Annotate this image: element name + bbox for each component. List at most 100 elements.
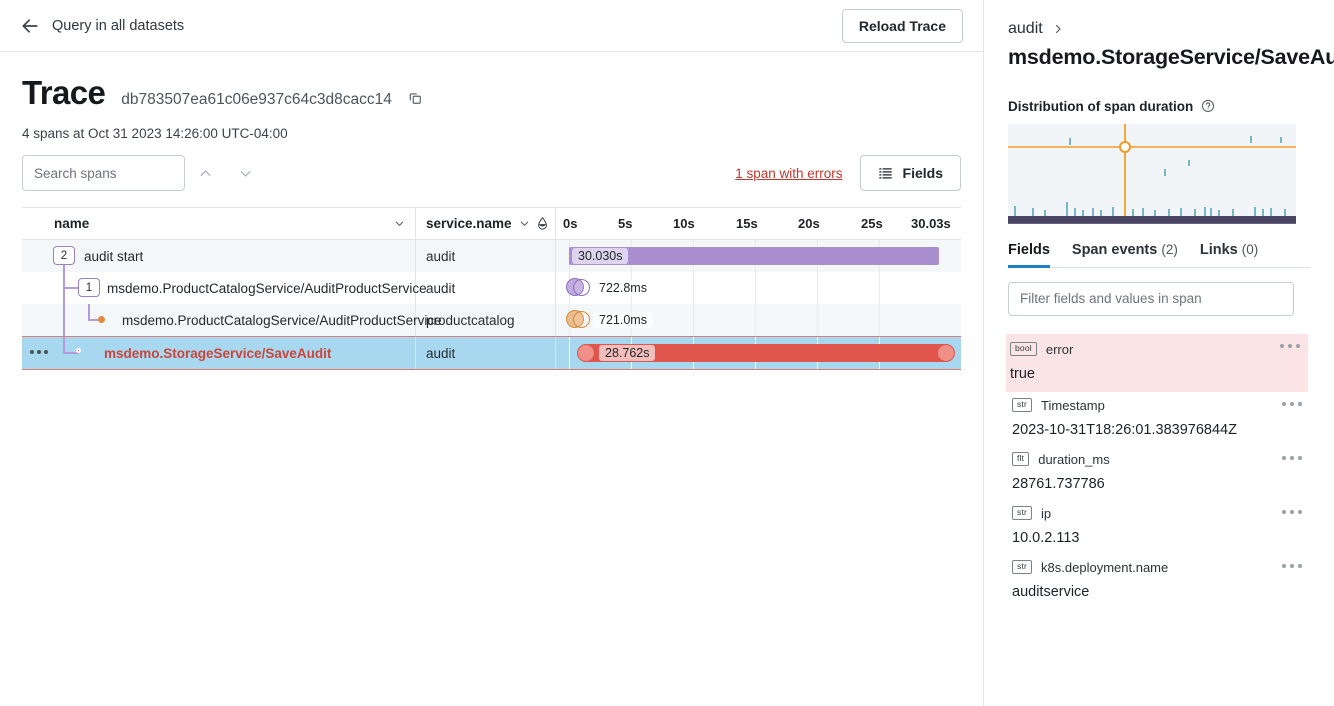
span-duration-label: 721.0ms: [593, 312, 653, 328]
field-key: str k8s.deployment.name: [1012, 560, 1310, 575]
distribution-label-row: Distribution of span duration: [1008, 99, 1310, 114]
breadcrumb: audit: [1008, 20, 1310, 38]
span-name-cell: msdemo.ProductCatalogService/AuditProduc…: [22, 304, 442, 336]
trace-pane: Query in all datasets Reload Trace Trace…: [0, 0, 984, 706]
fields-button[interactable]: Fields: [859, 155, 961, 191]
field-name: ip: [1041, 505, 1052, 521]
copy-icon[interactable]: [408, 91, 422, 105]
search-prev-button[interactable]: [185, 156, 225, 190]
spans-with-errors-link[interactable]: 1 span with errors: [735, 166, 842, 181]
axis-tick-6: 30.03s: [911, 216, 951, 231]
timeline-axis: 0s 5s 10s 15s 20s 25s 30.03s: [556, 208, 961, 239]
table-row[interactable]: 1 msdemo.ProductCatalogService/AuditProd…: [22, 272, 961, 304]
axis-tick-3: 15s: [736, 216, 758, 231]
span-name-label: msdemo.ProductCatalogService/AuditProduc…: [107, 280, 427, 296]
field-row[interactable]: flt duration_ms 28761.737786: [1008, 446, 1310, 500]
span-timeline-cell: 722.8ms: [556, 272, 961, 304]
back-to-query-link[interactable]: Query in all datasets: [20, 16, 184, 36]
axis-tick-4: 20s: [798, 216, 820, 231]
span-name-cell: 1 msdemo.ProductCatalogService/AuditProd…: [22, 272, 427, 304]
span-dot-marker: [98, 316, 105, 323]
search-next-button[interactable]: [225, 156, 265, 190]
span-name-label: audit start: [84, 248, 144, 264]
field-type-badge: str: [1012, 559, 1033, 575]
column-header-service: service.name: [416, 208, 556, 239]
table-row[interactable]: msdemo.ProductCatalogService/AuditProduc…: [22, 304, 961, 336]
field-actions-button[interactable]: [1282, 563, 1302, 568]
span-group-badge[interactable]: 1: [78, 278, 100, 297]
filter-fields-input[interactable]: [1008, 281, 1294, 316]
table-row[interactable]: msdemo.StorageService/SaveAudit audit 28…: [22, 336, 961, 370]
trace-title-row: Trace db783507ea61c06e937c64c3d8cacc14: [22, 74, 961, 112]
field-actions-button[interactable]: [1282, 509, 1302, 514]
field-actions-button[interactable]: [1282, 455, 1302, 460]
tab-links-count: (0): [1241, 241, 1259, 257]
fields-button-label: Fields: [902, 165, 943, 181]
chevron-right-icon: [1055, 24, 1061, 34]
axis-tick-1: 5s: [618, 216, 633, 231]
chevron-down-icon: [240, 170, 250, 177]
spans-table: name service.name 0s 5s 10s 15s 20s 25s …: [22, 207, 961, 370]
field-type-badge: bool: [1010, 341, 1037, 357]
reload-trace-button[interactable]: Reload Trace: [841, 8, 963, 43]
field-row[interactable]: str k8s.deployment.name auditservice: [1008, 554, 1310, 608]
field-key: bool error: [1010, 342, 1308, 357]
question-circle-icon[interactable]: [1201, 99, 1215, 113]
span-error-dot-marker: [76, 348, 81, 353]
row-actions-button[interactable]: [30, 350, 48, 354]
axis-tick-2: 10s: [673, 216, 695, 231]
droplet-icon[interactable]: [537, 217, 548, 230]
chevron-down-icon[interactable]: [394, 218, 405, 229]
column-header-service-label: service.name: [426, 216, 512, 231]
span-duration-bar: [566, 310, 592, 330]
field-type-badge: flt: [1012, 451, 1030, 467]
top-bar: Query in all datasets Reload Trace: [0, 0, 983, 52]
field-actions-button[interactable]: [1280, 343, 1300, 348]
search-input[interactable]: [22, 155, 185, 191]
span-name-label: msdemo.ProductCatalogService/AuditProduc…: [122, 312, 442, 328]
span-duration-bar: [566, 278, 592, 298]
span-duration-label: 28.762s: [599, 345, 656, 361]
field-value: true: [1010, 365, 1035, 382]
field-row[interactable]: bool error true: [1006, 333, 1308, 392]
chevron-down-icon[interactable]: [519, 218, 530, 229]
tab-span-events[interactable]: Span events (2): [1072, 242, 1178, 267]
field-key: flt duration_ms: [1012, 452, 1310, 467]
arrow-left-icon: [22, 18, 38, 33]
span-title: msdemo.StorageService/SaveAudit: [1008, 45, 1334, 69]
column-header-name-label: name: [54, 216, 90, 231]
span-name-cell: 2 audit start: [22, 240, 416, 272]
field-name: error: [1045, 341, 1074, 357]
span-group-badge[interactable]: 2: [53, 246, 75, 265]
search-row: 1 span with errors Fields: [22, 155, 961, 191]
field-value: auditservice: [1012, 583, 1090, 600]
span-timeline-cell: 30.030s: [556, 240, 961, 272]
breadcrumb-service[interactable]: audit: [1008, 20, 1043, 38]
table-header: name service.name 0s 5s 10s 15s 20s 25s …: [22, 208, 961, 240]
field-row[interactable]: str ip 10.0.2.113: [1008, 500, 1310, 554]
tab-links-label: Links: [1199, 241, 1238, 258]
field-name: k8s.deployment.name: [1041, 559, 1169, 575]
span-duration-distribution-chart[interactable]: [1008, 123, 1296, 224]
table-row[interactable]: 2 audit start audit 30.030s: [22, 240, 961, 272]
tab-span-events-label: Span events: [1071, 241, 1158, 258]
span-timeline-cell: 28.762s: [556, 337, 961, 369]
crosshair-horizontal: [1008, 145, 1296, 148]
span-timeline-cell: 721.0ms: [556, 304, 961, 336]
service-name-cell: audit: [416, 337, 556, 369]
tab-links[interactable]: Links (0): [1200, 242, 1258, 267]
tab-fields[interactable]: Fields: [1008, 241, 1050, 268]
tab-fields-label: Fields: [1008, 241, 1050, 258]
service-name-cell: audit: [416, 272, 556, 304]
tree-connector: [88, 304, 90, 320]
field-row[interactable]: str Timestamp 2023-10-31T18:26:01.383976…: [1008, 392, 1310, 446]
selected-span-point: [1119, 140, 1131, 153]
chevron-up-icon: [200, 169, 210, 176]
fields-list: bool error true str Timestamp 2023-10-31…: [1006, 333, 1310, 608]
axis-tick-0: 0s: [563, 216, 578, 231]
tree-connector: [63, 304, 65, 336]
span-end-marker: [937, 344, 955, 362]
field-actions-button[interactable]: [1282, 401, 1302, 406]
field-key: str Timestamp: [1012, 398, 1310, 413]
trace-header: Trace db783507ea61c06e937c64c3d8cacc14 4…: [0, 52, 983, 191]
